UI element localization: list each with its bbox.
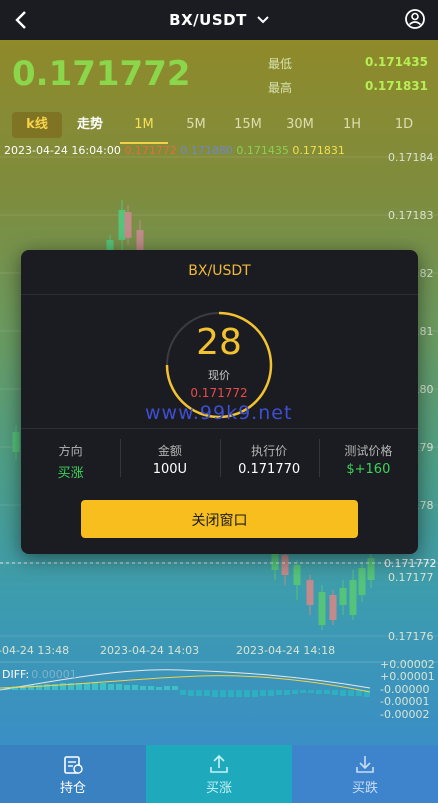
macd-tick-3: -0.00001 xyxy=(380,695,429,708)
macd-bar xyxy=(92,683,98,690)
direction-label: 方向 xyxy=(58,444,83,458)
macd-bar xyxy=(356,690,362,696)
modal-current-price: 0.171772 xyxy=(190,386,248,400)
candle-body xyxy=(367,558,375,580)
macd-bar xyxy=(324,690,330,694)
candle-body xyxy=(306,580,314,605)
amount-label: 金额 xyxy=(157,444,182,458)
candle-body xyxy=(12,432,20,452)
macd-bar xyxy=(220,690,226,697)
macd-bar xyxy=(204,690,210,696)
macd-bar xyxy=(292,690,298,694)
pair-title[interactable]: BX/USDT xyxy=(169,11,247,29)
amount-value: 100U xyxy=(152,462,188,477)
nav-positions[interactable]: 持仓 xyxy=(0,745,146,803)
macd-tick-1: +0.00001 xyxy=(380,670,435,683)
info-exec-price: 执行价 0.171770 xyxy=(219,429,319,487)
position-icon xyxy=(64,755,83,774)
upload-icon xyxy=(210,754,228,773)
x-tick-0: 2023-04-24 13:48 xyxy=(0,644,69,657)
macd-bar xyxy=(44,684,50,690)
diff-value: 0.00001 xyxy=(31,668,77,681)
macd-bar xyxy=(244,690,250,697)
info-test-price: 测试价格 $+160 xyxy=(318,429,418,487)
candle-body xyxy=(349,580,357,615)
y-tick-1: 0.17183 xyxy=(388,209,434,222)
y-tick-7: 0.17177 xyxy=(388,571,434,584)
user-icon[interactable] xyxy=(404,8,426,30)
nav-buy-up-label: 买涨 xyxy=(205,780,232,796)
macd-bar xyxy=(196,690,202,696)
back-arrow-icon[interactable] xyxy=(10,8,34,32)
nav-buy-up[interactable]: 买涨 xyxy=(146,745,292,803)
macd-bar xyxy=(268,690,274,696)
macd-bar xyxy=(332,690,338,695)
direction-value: 买涨 xyxy=(57,466,84,481)
macd-bar xyxy=(100,683,106,690)
diff-readout: DIFF: 0.00001 xyxy=(2,668,77,681)
macd-bar xyxy=(172,686,178,690)
macd-bar xyxy=(156,687,162,690)
macd-bar xyxy=(212,690,218,697)
candle-body xyxy=(318,592,326,625)
top-bar: BX/USDT xyxy=(0,0,438,40)
current-price-tag: 0.171772 xyxy=(384,557,437,570)
macd-bar xyxy=(140,686,146,690)
macd-bar xyxy=(348,690,354,696)
macd-bar xyxy=(308,690,314,693)
candle-body xyxy=(293,565,301,585)
candle-body xyxy=(339,588,347,605)
nav-positions-label: 持仓 xyxy=(59,780,86,796)
macd-bar xyxy=(316,690,322,694)
countdown-number: 28 xyxy=(196,322,242,363)
bottom-nav: 持仓 买涨 买跌 xyxy=(0,745,438,803)
exec-price-value: 0.171770 xyxy=(238,462,301,477)
x-tick-1: 2023-04-24 14:03 xyxy=(100,644,199,657)
y-tick-0: 0.17184 xyxy=(388,151,434,164)
order-info-row: 方向 买涨 金额 100U 执行价 0.171770 测试价格 $+160 xyxy=(21,428,418,487)
test-price-label: 测试价格 xyxy=(344,444,393,458)
macd-bar xyxy=(84,683,90,690)
macd-bar xyxy=(228,690,234,697)
macd-bar xyxy=(260,690,266,696)
macd-tick-4: -0.00002 xyxy=(380,708,429,721)
candle-body xyxy=(358,568,366,595)
candle-body xyxy=(281,555,289,575)
download-icon xyxy=(356,755,374,773)
watermark-text: www.99k9.net xyxy=(145,402,293,424)
macd-bar xyxy=(108,684,114,690)
order-modal: BX/USDT 28 现价 0.171772 www.99k9.net 方向 买… xyxy=(21,250,418,554)
macd-bar xyxy=(148,686,154,690)
close-window-button[interactable]: 关闭窗口 xyxy=(81,500,358,538)
test-price-value: $+160 xyxy=(346,462,391,477)
macd-bar xyxy=(340,690,346,696)
macd-bar xyxy=(276,690,282,695)
diff-label: DIFF: xyxy=(2,668,30,681)
macd-bar xyxy=(284,690,290,695)
candle-body xyxy=(118,210,126,240)
macd-bar xyxy=(60,683,66,690)
candle-body xyxy=(124,212,132,238)
y-tick-8: 0.17176 xyxy=(388,630,434,643)
macd-bar xyxy=(164,686,170,690)
macd-bar xyxy=(300,690,306,693)
info-direction: 方向 买涨 xyxy=(21,429,120,487)
macd-bar xyxy=(252,690,258,697)
info-amount: 金额 100U xyxy=(120,429,219,487)
nav-buy-down-label: 买跌 xyxy=(351,780,378,796)
macd-bar xyxy=(116,684,122,690)
chevron-down-icon[interactable] xyxy=(257,14,269,26)
current-price-label: 现价 xyxy=(208,369,230,382)
macd-bar xyxy=(132,685,138,690)
macd-bar xyxy=(124,685,130,690)
modal-title: BX/USDT xyxy=(21,250,418,295)
macd-bar xyxy=(236,690,242,697)
exec-price-label: 执行价 xyxy=(251,444,288,458)
x-tick-2: 2023-04-24 14:18 xyxy=(236,644,335,657)
candle-body xyxy=(329,595,337,620)
macd-bar xyxy=(188,690,194,696)
macd-bar xyxy=(28,685,34,690)
macd-bar xyxy=(180,690,186,695)
nav-buy-down[interactable]: 买跌 xyxy=(292,745,438,803)
